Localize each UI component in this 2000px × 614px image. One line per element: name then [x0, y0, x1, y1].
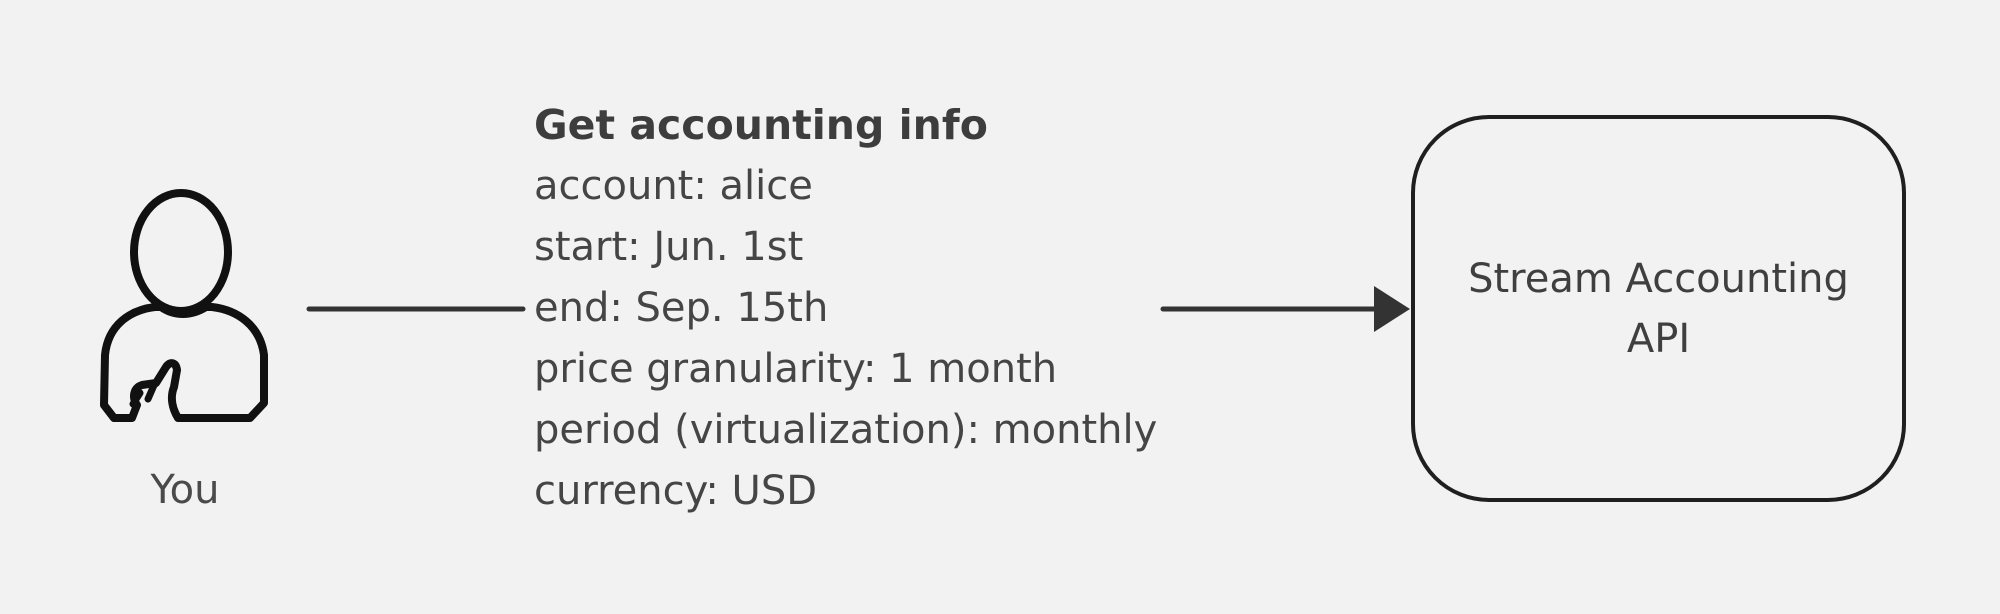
stream-accounting-api-node: Stream Accounting API	[1411, 115, 1906, 502]
actor-you: You	[80, 185, 290, 525]
request-title: Get accounting info	[534, 101, 988, 149]
request-field-currency: currency: USD	[534, 468, 818, 514]
request-field-end: end: Sep. 15th	[534, 285, 829, 331]
service-label: Stream Accounting API	[1468, 255, 1849, 362]
request-field-price-granularity: price granularity: 1 month	[534, 346, 1058, 392]
request-field-account: account: alice	[534, 163, 813, 209]
person-icon	[100, 189, 268, 422]
actor-label: You	[150, 467, 220, 513]
request-field-start: start: Jun. 1st	[534, 224, 804, 270]
diagram-canvas: You Get accounting info account: alice s…	[0, 0, 2000, 614]
arrowhead-icon	[1374, 286, 1410, 332]
request-field-period: period (virtualization): monthly	[534, 407, 1158, 453]
request-details: Get accounting info account: alice start…	[534, 95, 1174, 522]
